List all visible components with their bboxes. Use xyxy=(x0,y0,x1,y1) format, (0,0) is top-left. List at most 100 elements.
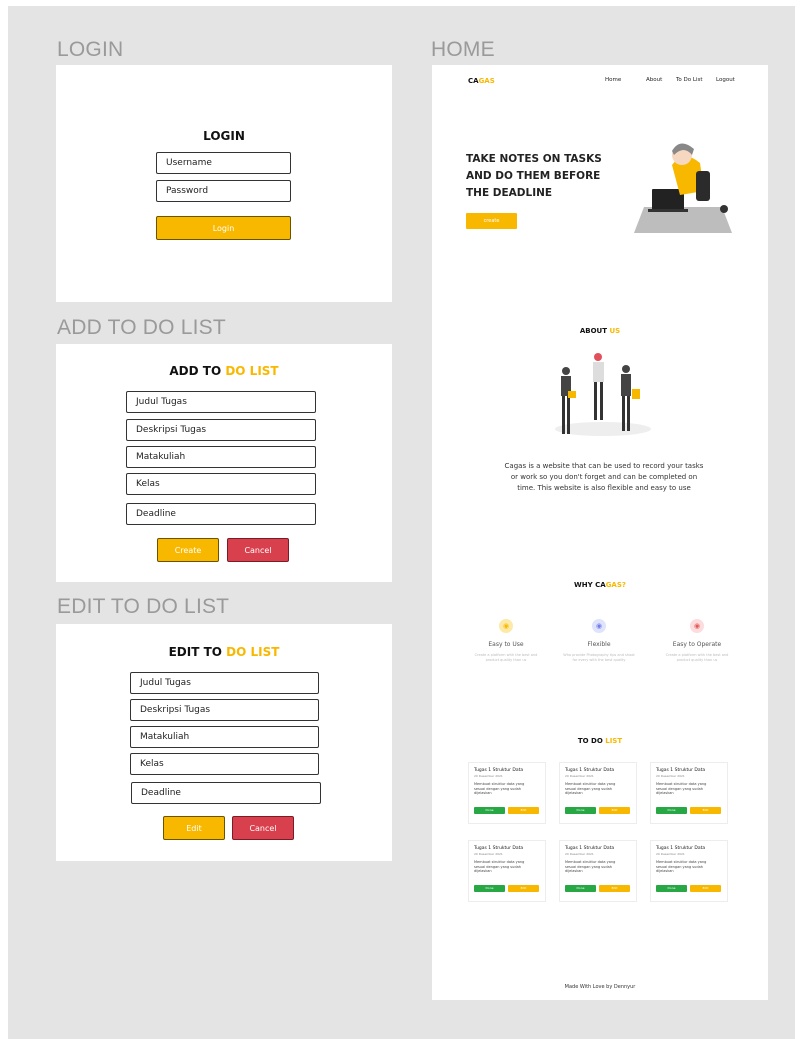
card-edit-button[interactable]: Edit xyxy=(599,885,630,892)
card-date: 20 Desember 2021 xyxy=(565,774,594,778)
card-edit-button[interactable]: Edit xyxy=(690,807,721,814)
edit-field-judul[interactable]: Judul Tugas xyxy=(130,672,319,694)
add-title-main: ADD TO xyxy=(169,364,226,378)
why-desc-2: Who provide Photography tips and shoot f… xyxy=(563,653,635,662)
cancel-button[interactable]: Cancel xyxy=(227,538,289,562)
todo-card: Tugas 1 Struktur Data 20 Desember 2021 M… xyxy=(468,762,546,824)
about-heading-main: ABOUT xyxy=(579,327,610,335)
login-frame: LOGIN Username Password Login xyxy=(56,65,392,302)
hero-illustration xyxy=(634,143,732,233)
card-done-button[interactable]: Done xyxy=(565,807,596,814)
about-text: Cagas is a website that can be used to r… xyxy=(504,462,704,492)
todo-card: Tugas 1 Struktur Data 20 Desember 2021 M… xyxy=(650,762,728,824)
card-done-button[interactable]: Done xyxy=(656,885,687,892)
edit-field-matakuliah[interactable]: Matakuliah xyxy=(130,726,319,748)
why-title-3: Easy to Operate xyxy=(672,641,722,648)
about-heading: ABOUT US xyxy=(432,327,768,335)
card-text: Membuat struktur data yang sesuai dengan… xyxy=(474,860,525,873)
add-field-matakuliah[interactable]: Matakuliah xyxy=(126,446,316,468)
card-text: Membuat struktur data yang sesuai dengan… xyxy=(565,782,616,795)
add-title: ADD TO DO LIST xyxy=(56,364,392,378)
todo-card: Tugas 1 Struktur Data 20 Desember 2021 M… xyxy=(468,840,546,902)
logo-main: CA xyxy=(468,77,479,85)
why-title-2: Flexible xyxy=(587,641,611,648)
card-title: Tugas 1 Struktur Data xyxy=(474,846,524,851)
card-edit-button[interactable]: Edit xyxy=(508,807,539,814)
edit-title: EDIT TO DO LIST xyxy=(56,645,392,659)
home-frame: CAGAS Home About To Do List Logout TAKE … xyxy=(432,65,768,1000)
why-heading-accent: GAS? xyxy=(605,581,626,589)
card-text: Membuat struktur data yang sesuai dengan… xyxy=(656,860,707,873)
todo-card: Tugas 1 Struktur Data 20 Desember 2021 M… xyxy=(559,762,637,824)
card-title: Tugas 1 Struktur Data xyxy=(656,768,706,773)
todo-heading: TO DO LIST xyxy=(432,737,768,745)
card-date: 20 Desember 2021 xyxy=(656,774,685,778)
card-text: Membuat struktur data yang sesuai dengan… xyxy=(565,860,616,873)
card-title: Tugas 1 Struktur Data xyxy=(565,846,615,851)
add-todo-frame: ADD TO DO LIST Judul Tugas Deskripsi Tug… xyxy=(56,344,392,582)
nav-home[interactable]: Home xyxy=(605,77,621,83)
about-illustration xyxy=(555,353,651,436)
card-done-button[interactable]: Done xyxy=(565,885,596,892)
logo-accent: GAS xyxy=(478,77,495,85)
easy-operate-icon: ◉ xyxy=(690,619,704,633)
why-heading: WHY CAGAS? xyxy=(432,581,768,589)
edit-button[interactable]: Edit xyxy=(163,816,225,840)
add-field-deskripsi[interactable]: Deskripsi Tugas xyxy=(126,419,316,441)
edit-field-deadline[interactable]: Deadline xyxy=(131,782,321,804)
edit-title-accent: DO LIST xyxy=(226,645,280,659)
nav-logout[interactable]: Logout xyxy=(716,77,735,83)
card-date: 20 Desember 2021 xyxy=(565,852,594,856)
card-date: 20 Desember 2021 xyxy=(474,774,503,778)
card-date: 20 Desember 2021 xyxy=(656,852,685,856)
flexible-icon: ◉ xyxy=(592,619,606,633)
why-desc-3: Create a platform with the best and prod… xyxy=(665,653,729,662)
nav-todo[interactable]: To Do List xyxy=(676,77,703,83)
card-title: Tugas 1 Struktur Data xyxy=(656,846,706,851)
login-button[interactable]: Login xyxy=(156,216,291,240)
add-field-kelas[interactable]: Kelas xyxy=(126,473,316,495)
edit-field-deskripsi[interactable]: Deskripsi Tugas xyxy=(130,699,319,721)
card-edit-button[interactable]: Edit xyxy=(508,885,539,892)
hero-create-button[interactable]: create xyxy=(466,213,517,229)
about-heading-accent: US xyxy=(609,327,621,335)
edit-title-main: EDIT TO xyxy=(168,645,227,659)
create-button[interactable]: Create xyxy=(157,538,219,562)
edit-cancel-button[interactable]: Cancel xyxy=(232,816,294,840)
add-title-accent: DO LIST xyxy=(225,364,279,378)
edit-todo-frame: EDIT TO DO LIST Judul Tugas Deskripsi Tu… xyxy=(56,624,392,861)
section-label-login: LOGIN xyxy=(57,38,124,61)
card-title: Tugas 1 Struktur Data xyxy=(474,768,524,773)
section-label-edit: EDIT TO DO LIST xyxy=(57,595,230,618)
add-field-deadline[interactable]: Deadline xyxy=(126,503,316,525)
section-label-home: HOME xyxy=(431,38,495,61)
hero-title: TAKE NOTES ON TASKS AND DO THEM BEFORE T… xyxy=(466,153,602,199)
card-title: Tugas 1 Struktur Data xyxy=(565,768,615,773)
username-field[interactable]: Username xyxy=(156,152,291,174)
design-canvas: LOGIN ADD TO DO LIST EDIT TO DO LIST HOM… xyxy=(8,6,795,1039)
todo-heading-main: TO DO xyxy=(577,737,606,745)
edit-field-kelas[interactable]: Kelas xyxy=(130,753,319,775)
card-date: 20 Desember 2021 xyxy=(474,852,503,856)
why-heading-main: WHY CA xyxy=(574,581,606,589)
card-edit-button[interactable]: Edit xyxy=(599,807,630,814)
footer-text: Made With Love by Dennyur xyxy=(564,984,636,990)
why-title-1: Easy to Use xyxy=(488,641,524,648)
easy-use-icon: ◉ xyxy=(499,619,513,633)
why-desc-1: Create a platform with the best and prod… xyxy=(474,653,538,662)
todo-heading-accent: LIST xyxy=(605,737,623,745)
card-done-button[interactable]: Done xyxy=(474,885,505,892)
login-title: LOGIN xyxy=(203,129,245,143)
todo-card: Tugas 1 Struktur Data 20 Desember 2021 M… xyxy=(559,840,637,902)
card-text: Membuat struktur data yang sesuai dengan… xyxy=(656,782,707,795)
add-field-judul[interactable]: Judul Tugas xyxy=(126,391,316,413)
card-edit-button[interactable]: Edit xyxy=(690,885,721,892)
password-field[interactable]: Password xyxy=(156,180,291,202)
logo[interactable]: CAGAS xyxy=(468,77,495,85)
nav-about[interactable]: About xyxy=(646,77,662,83)
card-text: Membuat struktur data yang sesuai dengan… xyxy=(474,782,525,795)
card-done-button[interactable]: Done xyxy=(656,807,687,814)
todo-card: Tugas 1 Struktur Data 20 Desember 2021 M… xyxy=(650,840,728,902)
card-done-button[interactable]: Done xyxy=(474,807,505,814)
section-label-add: ADD TO DO LIST xyxy=(57,316,226,339)
